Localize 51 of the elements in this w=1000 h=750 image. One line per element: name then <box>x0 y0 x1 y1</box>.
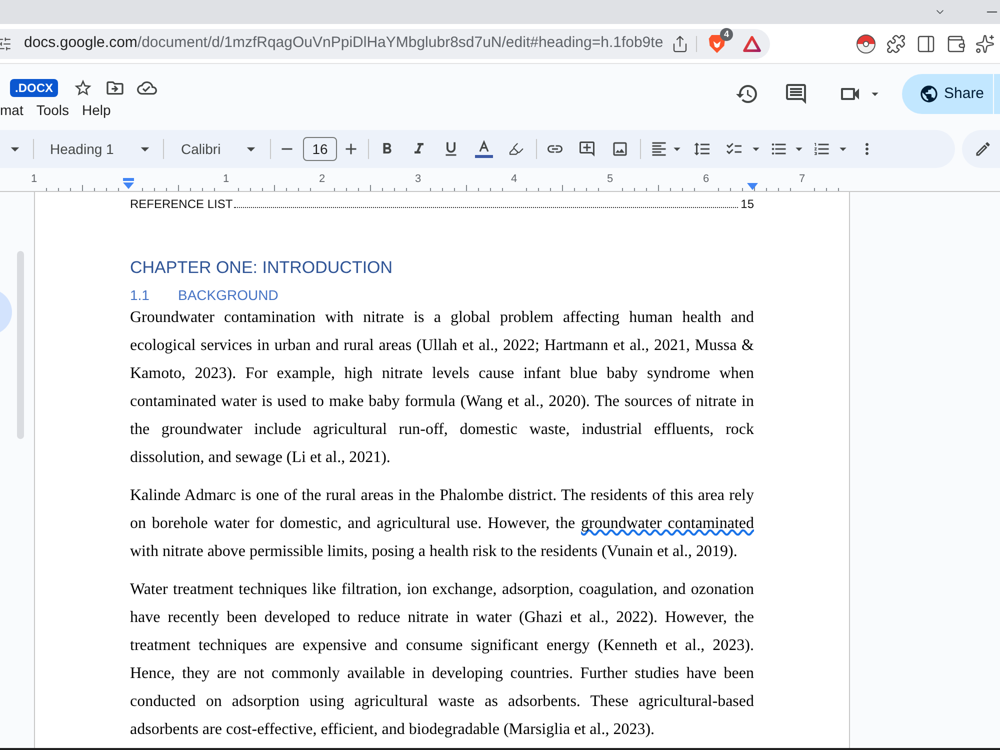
ruler-number: 2 <box>318 173 326 185</box>
address-bar[interactable]: docs.google.com/document/d/1mzfRqagOuVnPpiDlHaYMbglubr8sd7uN/edit#heading=h.1fob9te 4 <box>0 28 770 58</box>
image-icon[interactable] <box>611 140 629 158</box>
ruler-number: 4 <box>510 173 518 185</box>
body-paragraph: Water treatment techniques like filtration, ion exchange, adsorption, coagulation, and ozonation have recently been developed to reduce nitrate in water (Ghazi et al., 2022). However, the treatment techniques are expensive and consume significant energy (Kenneth et al., 2023). Hence, they are not commonly available in developing countries. Further studies have been conducted on adsorption using agricultural waste as adsorbents. These agricultural-based adsorbents are cost-effective, efficient, and biodegradable (Marsiglia et al., 2023). <box>130 580 754 740</box>
section-title: BACKGROUND <box>178 286 278 304</box>
file-type-badge: .DOCX <box>10 79 58 97</box>
ball-icon[interactable] <box>856 34 876 54</box>
line-spacing-icon[interactable] <box>693 140 711 158</box>
text-color-icon[interactable] <box>474 139 494 159</box>
history-icon[interactable] <box>735 82 759 106</box>
numbered-list-icon[interactable] <box>813 140 831 158</box>
indent-marker-icon[interactable] <box>123 178 134 189</box>
font-size-field[interactable]: 16 <box>303 137 337 161</box>
share-icon[interactable] <box>671 34 689 52</box>
body-paragraph: Kalinde Admarc is one of the rural areas in the Phalombe district. The residents of this area rely on borehole water for domestic, and agricultural use. However, the groundwater contaminated with nitrate above permissible limits, posing a health risk to the residents (Vunain et al., 2019). <box>130 486 754 562</box>
pencil-icon[interactable] <box>974 140 992 158</box>
puzzle-icon[interactable] <box>886 34 906 54</box>
shield-icon[interactable] <box>708 34 726 54</box>
font-dropdown[interactable]: Calibri <box>164 135 266 163</box>
ruler-number: 7 <box>798 173 806 185</box>
globe-icon[interactable] <box>919 84 939 104</box>
star-icon[interactable] <box>73 78 93 98</box>
body-paragraph: Groundwater contamination with nitrate is a global problem affecting human health and ecological services in urban and rural areas (Ullah et al., 2022; Hartmann et al., 2021, Mussa & Kamoto, 2023). For example, high nitrate levels cause infant blue baby syndrome when contaminated water is used to make baby formula (Wang et al., 2020). The sources of nitrate in the groundwater include agricultural run-off, domestic waste, industrial effluents, rock dissolution, and sewage (Li et al., 2021). <box>130 308 754 468</box>
toc-entry-title[interactable]: REFERENCE LIST <box>130 196 233 212</box>
paragraph-style-dropdown[interactable]: Heading 1 <box>34 135 160 163</box>
chapter-heading: CHAPTER ONE: INTRODUCTION <box>130 257 394 279</box>
ruler-number: 3 <box>414 173 422 185</box>
sliders-icon[interactable] <box>0 36 12 52</box>
share-button[interactable]: Share <box>902 74 993 114</box>
section-number: 1.1 <box>130 286 150 304</box>
wallet-icon[interactable] <box>946 34 966 54</box>
ruler-number: 5 <box>606 173 614 185</box>
add-comment-icon[interactable] <box>578 140 596 158</box>
notification-badge: 4 <box>720 28 733 40</box>
ruler-number: 1 <box>222 173 230 185</box>
sparkle-icon[interactable] <box>975 34 995 54</box>
toc-page-number: 15 <box>740 196 754 212</box>
side-panel-icon[interactable] <box>916 34 936 54</box>
url-text[interactable]: docs.google.com/document/d/1mzfRqagOuVnPpiDlHaYMbglubr8sd7uN/edit#heading=h.1fob9te <box>24 32 664 55</box>
ruler-number: 1 <box>30 173 38 185</box>
triangle-icon[interactable] <box>743 36 761 52</box>
ruler-number: 6 <box>702 173 710 185</box>
scrollbar-thumb[interactable] <box>17 251 24 439</box>
menu-item[interactable]: Help <box>82 101 111 119</box>
highlighter-icon[interactable] <box>508 141 524 157</box>
menu-item[interactable]: Tools <box>36 101 70 119</box>
comment-icon[interactable] <box>784 82 808 106</box>
align-left-icon[interactable] <box>650 140 668 158</box>
menu-item[interactable]: mat <box>0 101 24 119</box>
indent-marker-icon[interactable] <box>747 183 758 190</box>
